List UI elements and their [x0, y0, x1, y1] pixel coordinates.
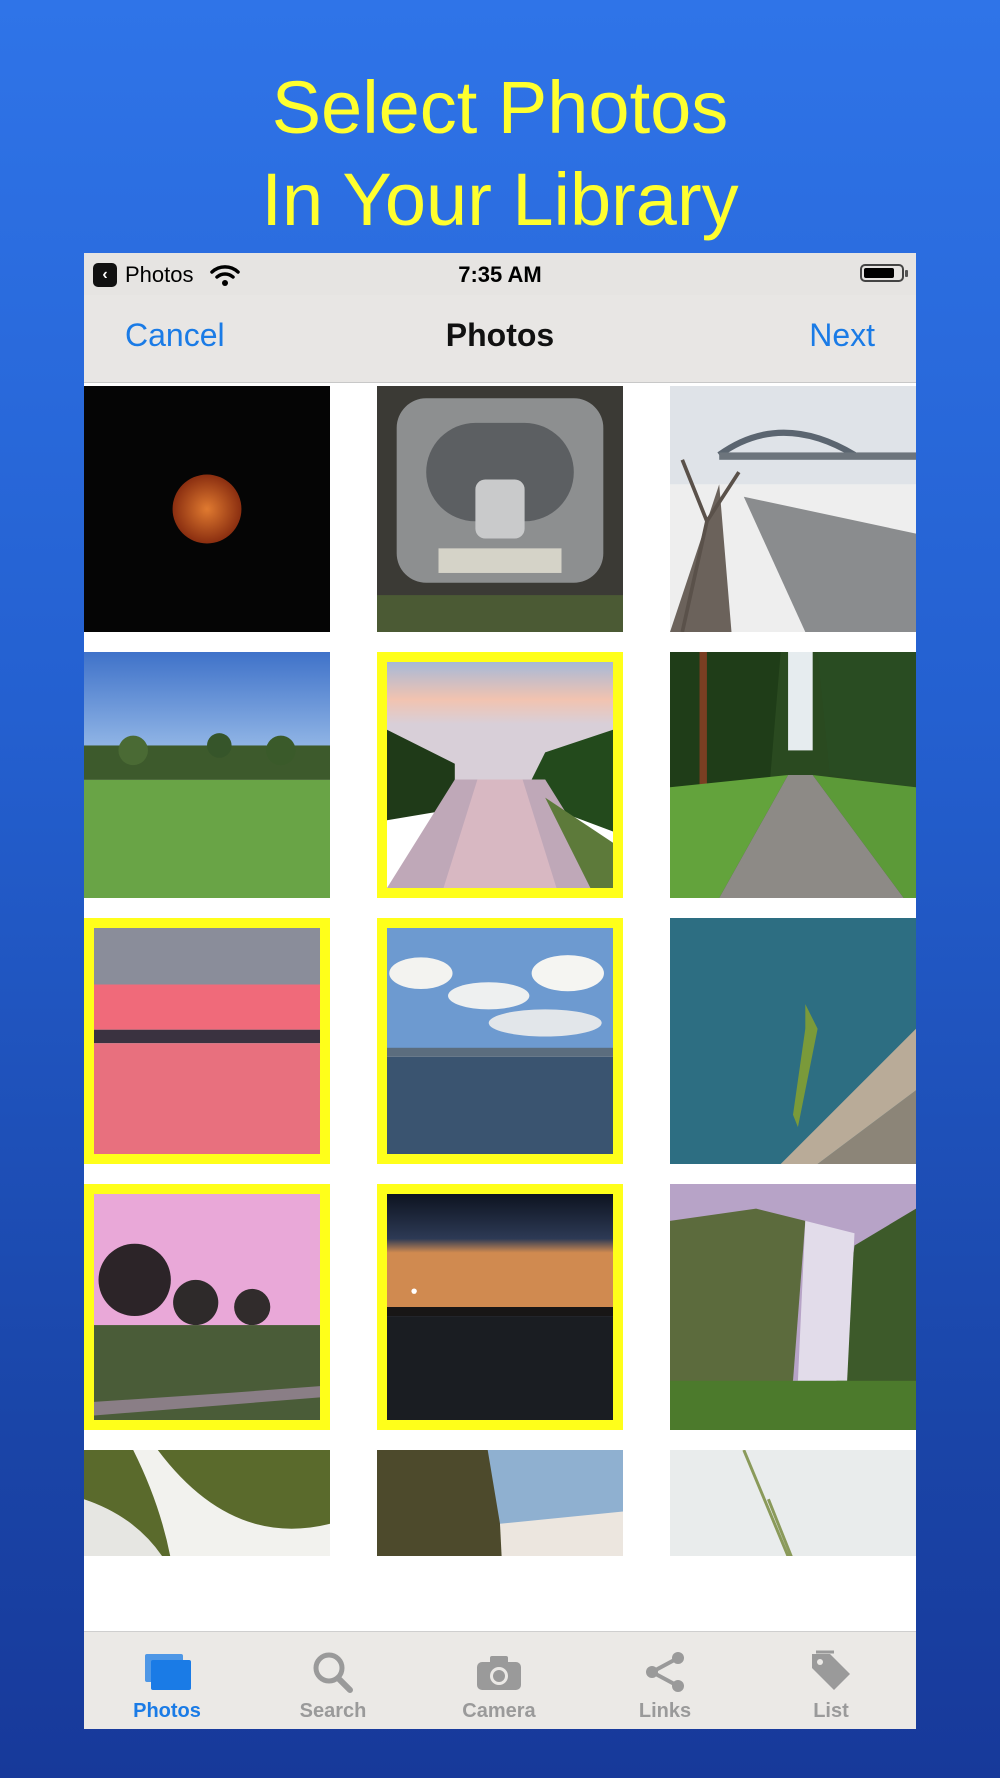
tab-label: List: [813, 1700, 849, 1722]
tab-label: Search: [299, 1700, 367, 1722]
promo-line-1: Select Photos: [271, 66, 729, 149]
tab-bar: Photos Search Camera Links List: [84, 1631, 916, 1729]
promo-title: Select Photos In Your Library: [0, 62, 1000, 246]
navigation-bar: Cancel Photos Next: [84, 295, 916, 383]
tab-label: Camera: [462, 1700, 536, 1722]
photo-thumbnail-selected[interactable]: [377, 1184, 623, 1430]
promo-line-2: In Your Library: [261, 158, 739, 241]
photo-thumbnail[interactable]: [84, 652, 330, 898]
tab-label: Photos: [133, 1700, 201, 1722]
battery-icon: [860, 264, 908, 282]
tab-photos[interactable]: Photos: [84, 1632, 250, 1729]
photo-grid: [84, 386, 916, 1556]
photo-thumbnail[interactable]: [670, 918, 916, 1164]
photo-thumbnail[interactable]: [84, 1450, 330, 1556]
tab-links[interactable]: Links: [582, 1632, 748, 1729]
status-bar: ‹ Photos 7:35 AM: [84, 253, 916, 295]
photo-thumbnail[interactable]: [377, 1450, 623, 1556]
photo-thumbnail[interactable]: [377, 386, 623, 632]
tab-search[interactable]: Search: [250, 1632, 416, 1729]
photo-thumbnail-selected[interactable]: [377, 918, 623, 1164]
photo-thumbnail-selected[interactable]: [377, 652, 623, 898]
status-time: 7:35 AM: [458, 262, 542, 287]
phone-screen: ‹ Photos 7:35 AM Cancel Photos Next Phot…: [84, 253, 916, 1729]
photo-thumbnail[interactable]: [84, 386, 330, 632]
tag-icon: [812, 1650, 850, 1690]
photo-thumbnail[interactable]: [670, 1184, 916, 1430]
camera-icon: [477, 1656, 521, 1690]
next-button[interactable]: Next: [809, 317, 875, 354]
photo-thumbnail[interactable]: [670, 386, 916, 632]
photo-thumbnail[interactable]: [670, 652, 916, 898]
share-icon: [646, 1652, 684, 1692]
search-icon: [313, 1652, 353, 1693]
photo-thumbnail[interactable]: [670, 1450, 916, 1556]
photo-thumbnail-selected[interactable]: [84, 1184, 330, 1430]
page-title: Photos: [445, 317, 555, 353]
photos-icon: [145, 1654, 191, 1690]
tab-label: Links: [638, 1700, 692, 1722]
tab-list[interactable]: List: [748, 1632, 914, 1729]
tab-camera[interactable]: Camera: [416, 1632, 582, 1729]
photo-thumbnail-selected[interactable]: [84, 918, 330, 1164]
